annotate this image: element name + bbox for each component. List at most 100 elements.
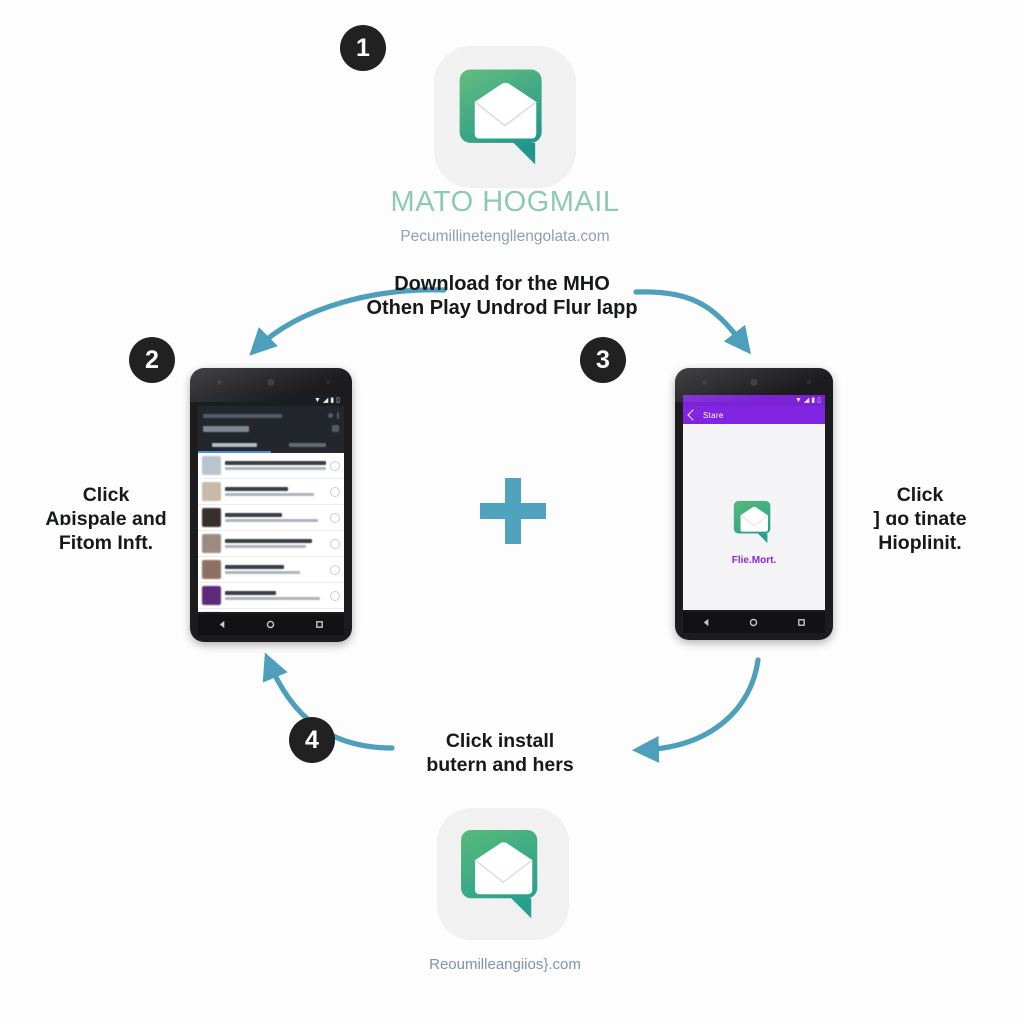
step-2-caption-line-2: Aɒispale and <box>45 507 167 530</box>
step-2-caption-line-1: Click <box>82 484 130 506</box>
step-2-caption-line-3: Fitom Inft. <box>58 531 154 554</box>
back-triangle-icon[interactable] <box>702 618 711 627</box>
store-app-list[interactable] <box>198 453 344 612</box>
mail-speech-bubble-icon <box>460 829 538 919</box>
table-row[interactable] <box>198 583 344 609</box>
brand-block: MATO HOGMAIL Pecumillinetengllengolata.c… <box>250 186 760 246</box>
android-navigation-bar[interactable] <box>683 612 825 633</box>
table-row[interactable] <box>198 479 344 505</box>
battery-icon: ▮ <box>330 397 335 404</box>
proximity-sensor-icon <box>702 380 707 385</box>
android-phone-app-detail[interactable]: ▼ ◢ ▮ ▯ Stare Flie.Mort. <box>675 368 833 640</box>
app-detail-body: Flie.Mort. <box>683 424 825 610</box>
step-4-caption-line-2: butern and hers <box>426 753 574 776</box>
earpiece-icon <box>750 379 758 386</box>
app-title <box>225 565 284 569</box>
status-bar: ▼ ◢ ▮ ▯ <box>683 395 825 406</box>
app-subtitle <box>225 597 320 600</box>
android-navigation-bar[interactable] <box>198 614 344 635</box>
app-action-icon[interactable] <box>330 538 340 549</box>
app-action-icon[interactable] <box>330 564 340 575</box>
phone-right-screen[interactable]: ▼ ◢ ▮ ▯ Stare Flie.Mort. <box>683 395 825 610</box>
store-tab-indicator <box>198 451 271 453</box>
store-search-text <box>203 413 282 418</box>
mail-speech-bubble-icon <box>459 69 542 165</box>
store-search-row[interactable] <box>203 409 339 422</box>
table-row[interactable] <box>198 453 344 479</box>
step-3-caption-line-2: ] ɑo tinate <box>873 507 967 530</box>
earpiece-icon <box>267 379 275 386</box>
app-subtitle <box>225 467 326 470</box>
store-tab-active-label <box>211 442 258 447</box>
app-thumbnail <box>202 456 221 475</box>
app-thumbnail <box>202 586 221 605</box>
step-3-caption-line-3: Hioplinit. <box>878 531 962 554</box>
app-action-icon[interactable] <box>330 460 340 471</box>
app-row-text <box>225 461 326 470</box>
battery-icon: ▮ <box>811 397 816 404</box>
app-icon-plate <box>437 808 569 940</box>
step-2-caption: Click Aɒispale and Fitom Inft. <box>18 484 194 555</box>
clock-label: ▯ <box>817 397 821 404</box>
app-title <box>225 513 282 517</box>
step-badge-1: 1 <box>340 25 386 71</box>
store-tab-inactive[interactable] <box>271 438 344 451</box>
app-action-icon[interactable] <box>330 512 340 523</box>
arrow-step1-to-step3 <box>633 289 751 355</box>
step-1-caption: Download for the MHO Othen Play Undrod F… <box>352 272 652 321</box>
table-row[interactable] <box>198 531 344 557</box>
recents-square-icon[interactable] <box>315 620 324 629</box>
phone-left-screen[interactable]: ▼ ◢ ▮ ▯ <box>198 395 344 612</box>
infographic-canvas: 1 MATO HOGMAIL Pecumillinetengllengolata… <box>0 0 1024 1024</box>
proximity-sensor-icon <box>217 380 222 385</box>
step-3-caption-line-1: Click <box>896 484 944 506</box>
back-triangle-icon[interactable] <box>218 620 227 629</box>
store-app-bar[interactable]: Stare <box>683 406 825 424</box>
signal-icon: ▼ <box>313 397 321 404</box>
store-title-row <box>203 422 339 435</box>
app-action-icon[interactable] <box>330 486 340 497</box>
step-badge-4: 4 <box>289 717 335 763</box>
app-title <box>225 487 288 491</box>
home-circle-icon[interactable] <box>749 618 758 627</box>
app-title <box>225 539 312 543</box>
recents-square-icon[interactable] <box>797 618 806 627</box>
table-row[interactable] <box>198 609 344 612</box>
store-tab-inactive-label <box>288 442 327 447</box>
app-icon-bottom <box>437 808 569 940</box>
footer-url: Reoumilleangiios}.com <box>429 956 581 973</box>
android-phone-app-list[interactable]: ▼ ◢ ▮ ▯ <box>190 368 352 642</box>
front-camera-icon <box>807 380 811 384</box>
app-thumbnail <box>202 508 221 527</box>
table-row[interactable] <box>198 505 344 531</box>
home-circle-icon[interactable] <box>266 620 275 629</box>
step-badge-2: 2 <box>129 337 175 383</box>
brand-name: MATO HOGMAIL <box>390 186 620 218</box>
store-tab-active[interactable] <box>198 438 271 451</box>
app-row-text <box>225 591 326 600</box>
app-row-text <box>225 565 326 574</box>
app-row-text <box>225 539 326 548</box>
store-header <box>198 406 344 435</box>
overflow-menu-icon[interactable] <box>337 412 339 419</box>
app-icon-plate <box>434 46 576 188</box>
app-thumbnail <box>202 534 221 553</box>
front-camera-icon <box>326 380 330 384</box>
app-action-icon[interactable] <box>330 590 340 601</box>
plus-vertical-bar <box>505 478 521 544</box>
status-bar: ▼ ◢ ▮ ▯ <box>198 395 344 406</box>
plus-sign <box>480 478 546 544</box>
wifi-icon: ◢ <box>803 397 810 404</box>
app-subtitle <box>225 519 318 522</box>
app-subtitle <box>225 545 306 548</box>
step-1-caption-line-2: Othen Play Undrod Flur lapp <box>366 297 638 320</box>
store-mic-icon[interactable] <box>328 413 333 418</box>
step-4-caption: Click install butern and hers <box>370 730 630 778</box>
store-filter-icon[interactable] <box>332 425 339 432</box>
store-tabs[interactable] <box>198 435 344 451</box>
table-row[interactable] <box>198 557 344 583</box>
back-arrow-icon[interactable] <box>687 409 699 421</box>
arrow-step3-to-step4 <box>631 657 761 763</box>
wifi-icon: ◢ <box>322 397 329 404</box>
step-1-caption-line-1: Download for the MHO <box>394 273 610 295</box>
